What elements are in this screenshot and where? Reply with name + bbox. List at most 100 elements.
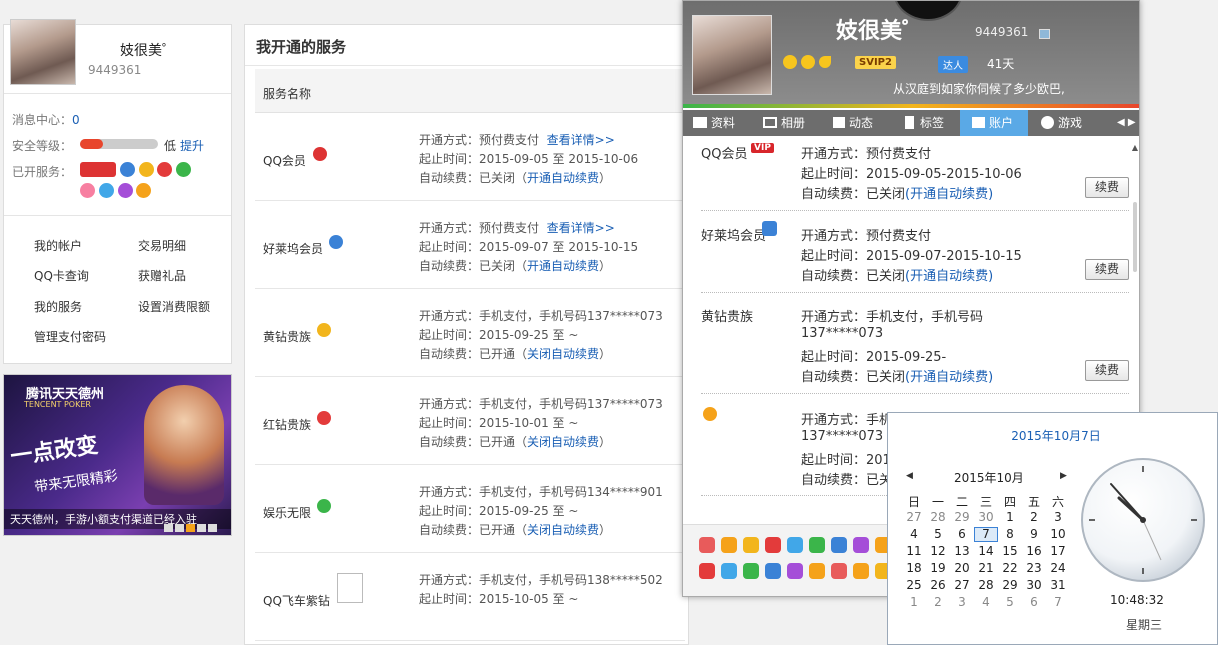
calendar-day[interactable]: 26 [926, 578, 950, 592]
calendar-day[interactable]: 9 [1022, 527, 1046, 541]
enable-auto-renew-link[interactable]: (开通自动续费) [905, 187, 993, 202]
service-grid-icon[interactable] [721, 537, 737, 553]
calendar-day[interactable]: 14 [974, 544, 998, 558]
calendar-day[interactable]: 27 [902, 510, 926, 524]
service-grid-icon[interactable] [743, 563, 759, 579]
prev-month-icon[interactable]: ◀ [906, 471, 913, 481]
calendar-day[interactable]: 5 [926, 527, 950, 541]
service-grid-icon[interactable] [721, 563, 737, 579]
calendar-day[interactable]: 30 [974, 510, 998, 524]
pager-dot-active[interactable] [186, 524, 195, 532]
calendar-day[interactable]: 20 [950, 561, 974, 575]
view-details-link[interactable]: 查看详情>> [547, 133, 615, 147]
calendar-day[interactable]: 25 [902, 578, 926, 592]
service-grid-icon[interactable] [699, 537, 715, 553]
pager-dot[interactable] [164, 524, 173, 532]
service-grid-icon[interactable] [809, 537, 825, 553]
calendar-day[interactable]: 15 [998, 544, 1022, 558]
calendar-day[interactable]: 4 [974, 595, 998, 609]
calendar-day[interactable]: 16 [1022, 544, 1046, 558]
calendar-day[interactable]: 6 [950, 527, 974, 541]
calendar-day[interactable]: 18 [902, 561, 926, 575]
payment-password-link[interactable]: 管理支付密码 [34, 328, 106, 345]
service-grid-icon[interactable] [699, 563, 715, 579]
tab-games[interactable]: 游戏 [1035, 110, 1103, 136]
enable-auto-renew-link[interactable]: (开通自动续费) [905, 269, 993, 284]
tab-account[interactable]: 账户 [960, 110, 1028, 136]
my-account-link[interactable]: 我的帐户 [34, 237, 82, 254]
calendar-day[interactable]: 31 [1046, 578, 1070, 592]
red-diamond-icon[interactable] [157, 162, 173, 177]
calendar-day[interactable]: 1 [902, 595, 926, 609]
service-grid-icon[interactable] [743, 537, 759, 553]
green-diamond-icon[interactable] [176, 162, 192, 177]
blue-diamond-icon[interactable] [98, 183, 114, 198]
improve-security-link[interactable]: 提升 [180, 137, 204, 154]
calendar-day[interactable]: 11 [902, 544, 926, 558]
calendar-day[interactable]: 10 [1046, 527, 1070, 541]
calendar-day[interactable]: 4 [902, 527, 926, 541]
service-grid-icon[interactable] [831, 563, 847, 579]
gifts-link[interactable]: 获赠礼品 [138, 267, 186, 284]
service-grid-icon[interactable] [765, 563, 781, 579]
toggle-auto-renew-link[interactable]: 开通自动续费 [527, 259, 599, 273]
qq-card-query-link[interactable]: QQ卡查询 [34, 267, 89, 284]
toggle-auto-renew-link[interactable]: 关闭自动续费 [527, 523, 599, 537]
calendar-day[interactable]: 6 [1022, 595, 1046, 609]
hollywood-star-icon[interactable] [119, 162, 135, 177]
tab-feed[interactable]: 动态 [823, 110, 891, 136]
enable-auto-renew-link[interactable]: (开通自动续费) [905, 370, 993, 385]
calendar-day[interactable]: 3 [1046, 510, 1070, 524]
service-grid-icon[interactable] [787, 563, 803, 579]
pager-dot[interactable] [175, 524, 184, 532]
service-grid-icon[interactable] [831, 537, 847, 553]
qq-vip-icon[interactable] [80, 162, 116, 177]
calendar-day[interactable]: 8 [998, 527, 1022, 541]
calendar-day[interactable]: 2 [1022, 510, 1046, 524]
view-details-link[interactable]: 查看详情>> [547, 221, 615, 235]
service-grid-icon[interactable] [765, 537, 781, 553]
calendar-day[interactable]: 17 [1046, 544, 1070, 558]
renew-button[interactable]: 续费 [1085, 360, 1129, 381]
calendar-day-selected[interactable]: 7 [974, 527, 998, 542]
popup-avatar[interactable] [692, 15, 772, 95]
toggle-auto-renew-link[interactable]: 开通自动续费 [527, 171, 599, 185]
pager-dot[interactable] [208, 524, 217, 532]
calendar-day[interactable]: 22 [998, 561, 1022, 575]
service-grid-icon[interactable] [853, 537, 869, 553]
calendar-date-title[interactable]: 2015年10月7日 [888, 427, 1218, 444]
smile-icon[interactable] [783, 54, 797, 69]
pager-dot[interactable] [197, 524, 206, 532]
calendar-day[interactable]: 30 [1022, 578, 1046, 592]
calendar-day[interactable]: 21 [974, 561, 998, 575]
pink-diamond-icon[interactable] [80, 183, 95, 198]
scroll-up-icon[interactable]: ▲ [1131, 143, 1139, 152]
renew-button[interactable]: 续费 [1085, 259, 1129, 280]
calendar-day[interactable]: 2 [926, 595, 950, 609]
service-grid-icon[interactable] [809, 563, 825, 579]
card-icon[interactable] [1039, 29, 1050, 39]
moon-icon[interactable] [818, 55, 831, 68]
tab-album[interactable]: 相册 [753, 110, 821, 136]
calendar-day[interactable]: 1 [998, 510, 1022, 524]
tab-profile[interactable]: 资料 [683, 110, 749, 136]
calendar-day[interactable]: 13 [950, 544, 974, 558]
next-month-icon[interactable]: ▶ [1060, 471, 1067, 481]
calendar-day[interactable]: 3 [950, 595, 974, 609]
calendar-day[interactable]: 19 [926, 561, 950, 575]
calendar-day[interactable]: 29 [998, 578, 1022, 592]
calendar-day[interactable]: 23 [1022, 561, 1046, 575]
my-services-link[interactable]: 我的服务 [34, 298, 82, 315]
service-grid-icon[interactable] [787, 537, 803, 553]
transactions-link[interactable]: 交易明细 [138, 237, 186, 254]
tab-scroll-arrows[interactable]: ◀ ▶ [1117, 110, 1136, 136]
svip-badge[interactable]: SVIP2 [855, 56, 896, 69]
avatar[interactable] [10, 19, 76, 85]
calendar-day[interactable]: 7 [1046, 595, 1070, 609]
yellow-diamond-icon[interactable] [138, 162, 154, 177]
calendar-day[interactable]: 28 [926, 510, 950, 524]
music-icon[interactable] [136, 183, 152, 198]
daren-badge[interactable]: 达人 [938, 56, 968, 73]
calendar-day[interactable]: 12 [926, 544, 950, 558]
scroll-thumb[interactable] [1133, 202, 1137, 272]
